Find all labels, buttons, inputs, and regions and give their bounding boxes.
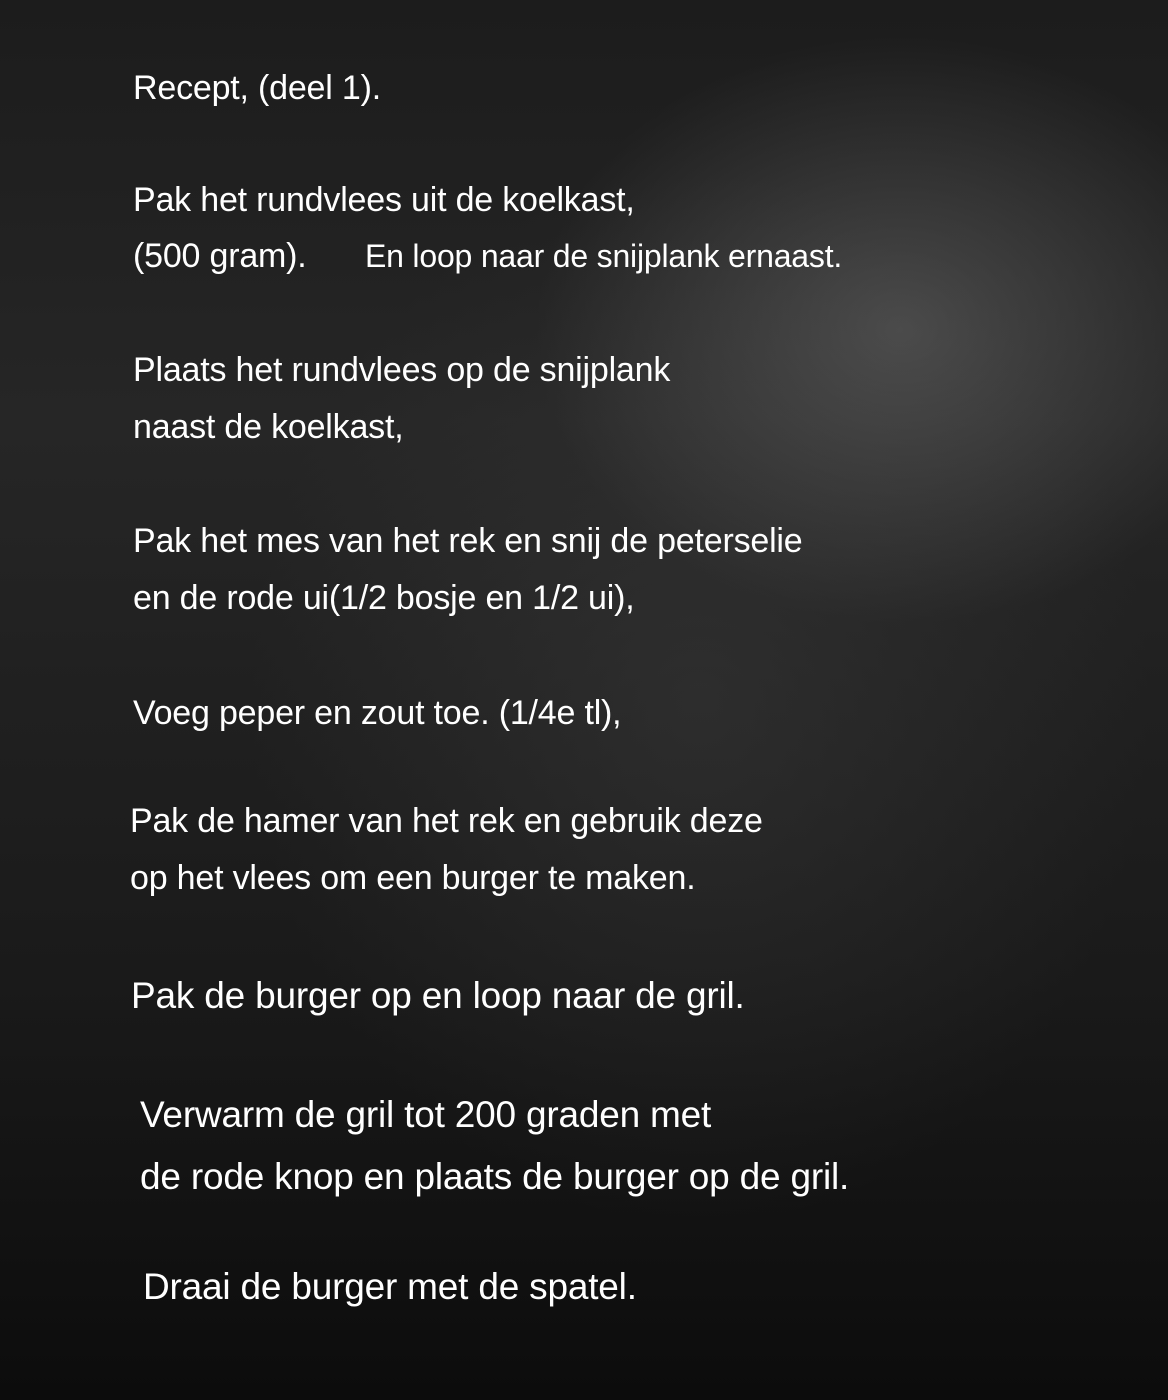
step-7-line-2: de rode knop en plaats de burger op de g… <box>140 1156 850 1197</box>
recipe-title: Recept, (deel 1). <box>133 69 381 107</box>
step-2-line-2: naast de koelkast, <box>133 408 404 446</box>
step-5-line-1: Pak de hamer van het rek en gebruik deze <box>130 802 763 840</box>
step-4-line-1: Voeg peper en zout toe. (1/4e tl), <box>133 694 622 732</box>
step-2-line-1: Plaats het rundvlees op de snijplank <box>133 351 671 389</box>
step-1-line-1: Pak het rundvlees uit de koelkast, <box>133 181 635 219</box>
step-3-line-2: en de rode ui(1/2 bosje en 1/2 ui), <box>133 579 635 617</box>
step-8-line-1: Draai de burger met de spatel. <box>143 1266 637 1307</box>
step-3-line-1: Pak het mes van het rek en snij de peter… <box>133 522 803 560</box>
step-7-line-1: Verwarm de gril tot 200 graden met <box>140 1094 712 1135</box>
step-5-line-2: op het vlees om een burger te maken. <box>130 859 696 897</box>
step-1-line-3: En loop naar de snijplank ernaast. <box>365 238 843 274</box>
step-1-line-2: (500 gram). <box>133 237 307 275</box>
step-6-line-1: Pak de burger op en loop naar de gril. <box>131 975 745 1016</box>
